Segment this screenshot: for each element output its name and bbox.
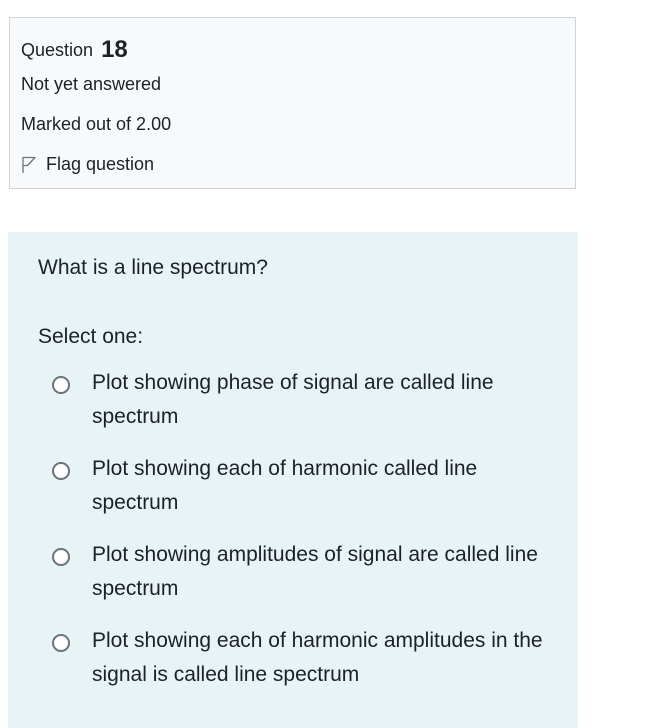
answer-option[interactable]: Plot showing phase of signal are called … [52, 371, 552, 434]
question-number-label: Question 18 [21, 35, 128, 63]
question-number: 18 [101, 36, 128, 63]
answer-option-label[interactable]: Plot showing phase of signal are called … [92, 366, 552, 434]
answer-prompt: Select one: [38, 325, 144, 348]
question-info-panel: Question 18 Not yet answered Marked out … [9, 17, 576, 189]
answer-option-label[interactable]: Plot showing each of harmonic amplitudes… [92, 624, 552, 692]
question-label: Question [21, 40, 94, 60]
answer-option-label[interactable]: Plot showing each of harmonic called lin… [92, 452, 552, 520]
question-text: What is a line spectrum? [38, 256, 268, 279]
flag-question-label: Flag question [46, 154, 155, 174]
flag-icon [22, 156, 36, 173]
question-state: Not yet answered [21, 74, 162, 94]
radio-button[interactable] [52, 376, 70, 394]
answer-option[interactable]: Plot showing each of harmonic called lin… [52, 457, 552, 520]
question-grade: Marked out of 2.00 [21, 114, 172, 134]
answer-option[interactable]: Plot showing amplitudes of signal are ca… [52, 543, 552, 606]
question-content-panel: What is a line spectrum? Select one: Plo… [8, 232, 578, 728]
answer-option[interactable]: Plot showing each of harmonic amplitudes… [52, 629, 552, 692]
radio-button[interactable] [52, 548, 70, 566]
radio-button[interactable] [52, 634, 70, 652]
radio-button[interactable] [52, 462, 70, 480]
answer-option-label[interactable]: Plot showing amplitudes of signal are ca… [92, 538, 552, 606]
flag-question-link[interactable]: Flag question [21, 154, 154, 175]
